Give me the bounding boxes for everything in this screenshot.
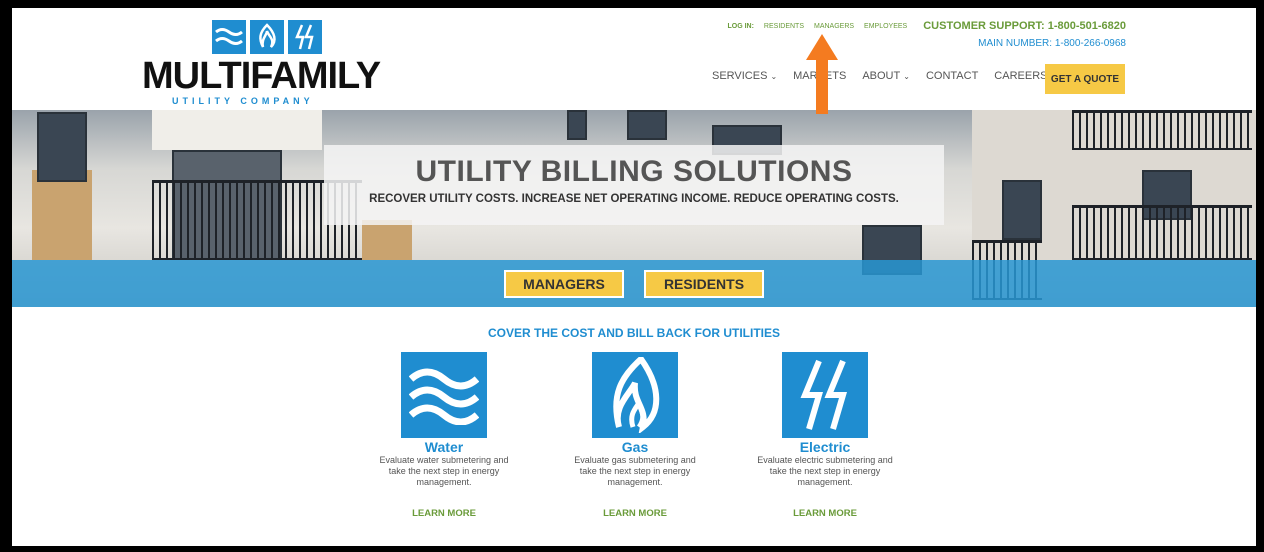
balcony-railing	[1072, 205, 1252, 260]
managers-button[interactable]: MANAGERS	[504, 270, 624, 298]
nav-services-label: SERVICES	[712, 70, 768, 82]
nav-services[interactable]: SERVICES ⌄	[712, 70, 777, 82]
customer-support-phone[interactable]: CUSTOMER SUPPORT: 1-800-501-6820	[923, 20, 1126, 32]
get-a-quote-button[interactable]: GET A QUOTE	[1045, 64, 1125, 94]
hero-text-box: UTILITY BILLING SOLUTIONS RECOVER UTILIT…	[324, 145, 944, 225]
service-card-water: Water Evaluate water submetering and tak…	[359, 352, 529, 519]
nav-careers-label: CAREERS	[994, 70, 1048, 82]
top-links-bar: LOG IN: RESIDENTS MANAGERS EMPLOYEES CUS…	[727, 20, 1126, 32]
nav-about-label: ABOUT	[862, 70, 901, 82]
logo-lightning-icon	[288, 20, 322, 54]
building-wood-panel	[32, 170, 92, 260]
residents-login-link[interactable]: RESIDENTS	[764, 23, 804, 30]
learn-more-link[interactable]: LEARN MORE	[550, 508, 720, 519]
service-description: Evaluate water submetering and take the …	[379, 455, 509, 487]
services-heading: COVER THE COST AND BILL BACK FOR UTILITI…	[487, 326, 780, 340]
building-window	[1002, 180, 1042, 240]
service-description: Evaluate gas submetering and take the ne…	[574, 455, 696, 487]
service-card-electric: Electric Evaluate electric submetering a…	[740, 352, 910, 519]
logo-icons	[212, 20, 322, 54]
flame-icon[interactable]	[592, 352, 678, 438]
building-window	[567, 110, 587, 140]
nav-careers[interactable]: CAREERS	[994, 70, 1047, 82]
main-number-phone[interactable]: MAIN NUMBER: 1-800-266-0968	[978, 38, 1126, 49]
nav-contact[interactable]: CONTACT	[926, 70, 978, 82]
building-wood-panel	[362, 220, 412, 260]
nav-contact-label: CONTACT	[925, 70, 979, 82]
service-name[interactable]: Gas	[550, 440, 720, 455]
annotation-arrow-icon	[806, 34, 838, 114]
balcony-railing	[1072, 110, 1252, 150]
employees-login-link[interactable]: EMPLOYEES	[864, 23, 907, 30]
logo-flame-icon	[250, 20, 284, 54]
managers-login-link[interactable]: MANAGERS	[814, 23, 854, 30]
hero-subtitle: RECOVER UTILITY COSTS. INCREASE NET OPER…	[369, 193, 899, 205]
learn-more-link[interactable]: LEARN MORE	[740, 508, 910, 519]
company-logo[interactable]: MULTIFAMILY UTILITY COMPANY	[142, 20, 382, 106]
learn-more-link[interactable]: LEARN MORE	[359, 508, 529, 519]
building-window	[627, 110, 667, 140]
browser-page: MULTIFAMILY UTILITY COMPANY LOG IN: RESI…	[12, 8, 1256, 546]
service-name[interactable]: Electric	[740, 440, 910, 455]
service-description: Evaluate electric submetering and take t…	[757, 455, 893, 487]
chevron-down-icon: ⌄	[770, 71, 778, 81]
residents-button[interactable]: RESIDENTS	[644, 270, 764, 298]
lightning-icon[interactable]	[782, 352, 868, 438]
building-window	[37, 112, 87, 182]
login-label: LOG IN:	[727, 22, 754, 30]
hero-banner: UTILITY BILLING SOLUTIONS RECOVER UTILIT…	[12, 110, 1256, 307]
nav-about[interactable]: ABOUT ⌄	[862, 70, 910, 82]
logo-subtitle: UTILITY COMPANY	[172, 96, 314, 106]
service-name[interactable]: Water	[359, 440, 529, 455]
water-icon[interactable]	[401, 352, 487, 438]
hero-blue-stripe	[12, 260, 1256, 307]
hero-title: UTILITY BILLING SOLUTIONS	[415, 155, 853, 188]
logo-wordmark: MULTIFAMILY	[142, 55, 381, 97]
service-card-gas: Gas Evaluate gas submetering and take th…	[550, 352, 720, 519]
chevron-down-icon: ⌄	[903, 71, 910, 81]
main-nav: SERVICES⌄ MARKETS ABOUT⌄ CONTACT CAREERS	[712, 70, 1047, 82]
logo-water-icon	[212, 20, 246, 54]
building-balcony-slab	[152, 110, 322, 150]
